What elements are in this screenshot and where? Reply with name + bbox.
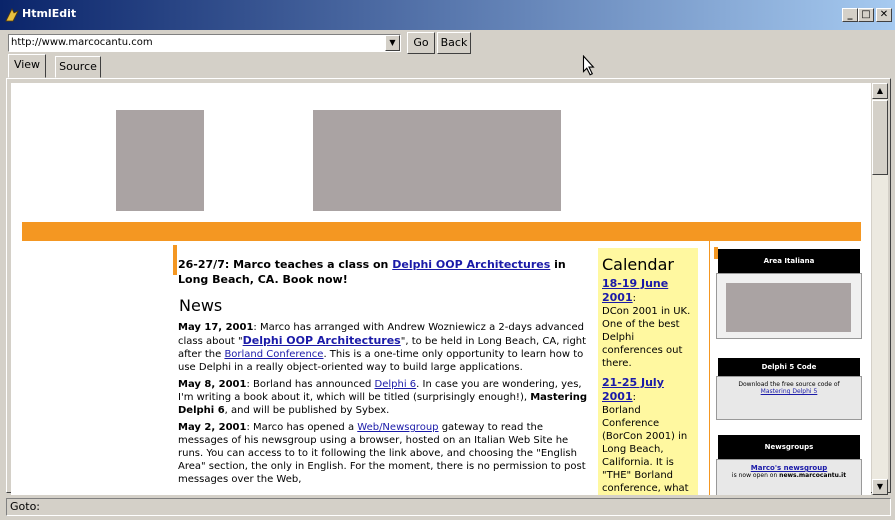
browser-view[interactable]: 26-27/7: Marco teaches a class on Delphi… [11,83,871,495]
headline-link[interactable]: Delphi OOP Architectures [392,258,550,271]
panel-text: is now open on [731,472,780,479]
go-button[interactable]: Go [407,32,435,54]
panel-text: Download the free source code of [738,381,840,388]
scroll-down-icon[interactable]: ▼ [872,479,888,495]
calendar-event-text: Borland Conference (BorCon 2001) in Long… [602,405,689,494]
scroll-up-icon[interactable]: ▲ [872,83,888,99]
logo-image [116,110,204,211]
calendar-event-text: DCon 2001 in UK. One of the best Delphi … [602,306,691,369]
banner-image [313,110,561,211]
status-bar: Goto: [6,498,891,516]
panel-link[interactable]: Marco's newsgroup [751,464,827,472]
tab-view[interactable]: View [8,54,46,78]
panel-image [726,283,851,332]
news-date: May 8, 2001 [178,379,247,390]
column-divider [709,241,710,495]
tab-source[interactable]: Source [55,56,101,78]
news-link[interactable]: Delphi 6 [375,379,417,390]
maximize-button[interactable]: □ [858,8,874,22]
panel-link[interactable]: Mastering Delphi 5 [761,388,818,395]
panel-bold: news.marcocantu.it [779,472,847,479]
headline-marker [173,245,177,275]
news-heading: News [179,296,223,315]
calendar-title: Calendar [602,255,674,274]
news-link[interactable]: Web/Newsgroup [357,422,438,433]
news-date: May 2, 2001 [178,422,247,433]
minimize-button[interactable]: _ [842,8,858,22]
url-dropdown-button[interactable]: ▼ [385,35,400,51]
news-date: May 17, 2001 [178,322,254,333]
back-button[interactable]: Back [437,32,471,54]
panel-newsgroups: Marco's newsgroup is now open on news.ma… [716,459,862,495]
orange-divider [22,222,861,241]
headline-prefix: 26-27/7: Marco teaches a class on [178,258,393,271]
news-link[interactable]: Borland Conference [224,349,323,360]
calendar-panel: Calendar 18-19 June 2001: DCon 2001 in U… [598,248,698,495]
news-item: May 2, 2001: Marco has opened a Web/News… [178,421,596,486]
panel-delphi5: Download the free source code of Masteri… [716,376,862,420]
panel-title-area-italiana: Area Italiana [718,249,860,273]
scrollbar-thumb[interactable] [872,100,888,175]
close-button[interactable]: ✕ [876,8,892,22]
news-link[interactable]: Delphi OOP Architectures [243,334,401,347]
news-item: May 17, 2001: Marco has arranged with An… [178,321,596,374]
news-text: : Marco has opened a [246,422,358,433]
news-text: , and will be published by Sybex. [224,405,390,416]
app-icon [5,8,19,22]
window-title: HtmlEdit [22,7,77,20]
panel-title-delphi5: Delphi 5 Code [718,358,860,376]
news-text: : Borland has announced [246,379,375,390]
calendar-event-link[interactable]: 18-19 June 2001 [602,277,668,304]
calendar-event-link[interactable]: 21-25 July 2001 [602,376,664,403]
headline: 26-27/7: Marco teaches a class on Delphi… [178,257,598,287]
news-item: May 8, 2001: Borland has announced Delph… [178,378,596,417]
news-list: May 17, 2001: Marco has arranged with An… [178,321,596,490]
panel-title-newsgroups: Newsgroups [718,435,860,459]
mouse-cursor-icon [582,55,595,76]
url-combobox[interactable]: http://www.marcocantu.com [8,34,401,52]
title-bar [0,0,895,30]
